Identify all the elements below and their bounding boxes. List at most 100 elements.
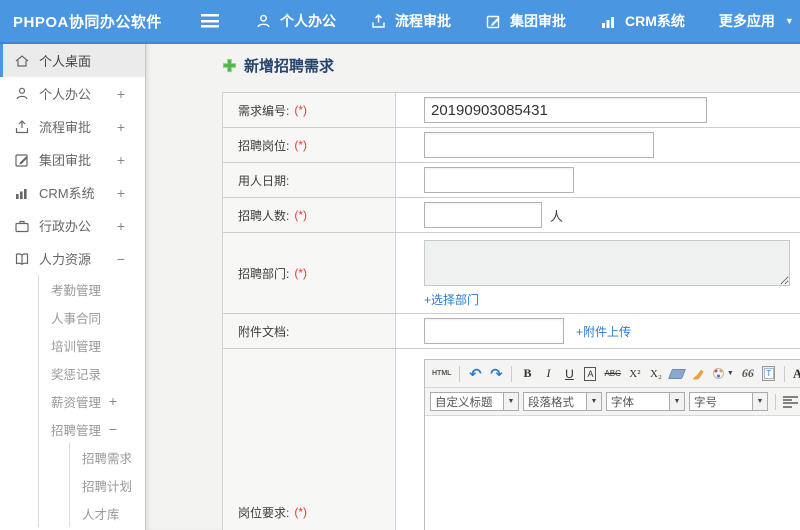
editor-toolbar-row2: 自定义标题 ▼ 段落格式 ▼ 字体 ▼ 字号 ▼	[425, 388, 800, 416]
sidebar-item-human-resources[interactable]: 人力资源 −	[0, 242, 145, 275]
required-mark: (*)	[294, 103, 308, 117]
expand-icon[interactable]: +	[117, 185, 125, 201]
edit-icon	[14, 152, 30, 168]
sidebar-item-recruitment-demand[interactable]: 招聘需求	[70, 443, 145, 471]
sidebar-item-label: 培训管理	[51, 339, 102, 354]
font-color-button[interactable]: A ▼	[791, 364, 800, 384]
bold-button[interactable]: B	[518, 364, 536, 384]
italic-button[interactable]: I	[539, 364, 557, 384]
headcount-input[interactable]	[424, 202, 542, 228]
sidebar-item-label: 流程审批	[39, 120, 92, 135]
label-text: 用人日期:	[238, 173, 290, 188]
headcount-unit: 人	[550, 208, 564, 224]
nav-more-apps[interactable]: 更多应用 ▼	[719, 11, 794, 31]
caret-down-icon: ▼	[753, 392, 768, 411]
page-title: 新增招聘需求	[222, 55, 334, 76]
sidebar: 个人桌面 个人办公 + 流程审批 + 集团审批 + CRM系统 + 行政办公 +…	[0, 44, 146, 530]
field-value: 人	[396, 198, 800, 232]
sidebar-item-recruitment-mgmt[interactable]: 招聘管理 −	[39, 415, 145, 443]
expand-icon[interactable]: +	[117, 119, 125, 135]
sidebar-item-crm-system[interactable]: CRM系统 +	[0, 176, 145, 209]
page-title-text: 新增招聘需求	[244, 58, 335, 75]
expand-icon[interactable]: +	[117, 152, 125, 168]
form-row-job-requirements: 岗位要求: (*) HTML ↶ ↷ B I U A ABC X² X₂ ▼ 6…	[223, 349, 800, 530]
position-input[interactable]	[424, 132, 654, 158]
form-row-department: 招聘部门: (*) +选择部门	[223, 233, 800, 314]
req-no-input[interactable]	[424, 97, 707, 123]
blockquote-button[interactable]: 66	[739, 364, 757, 384]
form-row-hire-date: 用人日期:	[223, 163, 800, 198]
font-size-select[interactable]: 字号 ▼	[689, 392, 768, 411]
sidebar-item-label: 招聘管理	[51, 423, 102, 438]
sidebar-item-talent-pool[interactable]: 人才库	[70, 499, 145, 527]
sidebar-item-label: 招聘计划	[82, 479, 133, 494]
paragraph-format-select[interactable]: 段落格式 ▼	[523, 392, 602, 411]
form-row-req-no: 需求编号: (*)	[223, 93, 800, 128]
nav-personal-office[interactable]: 个人办公	[255, 11, 336, 31]
paste-table-icon[interactable]: T	[760, 364, 778, 384]
collapse-icon[interactable]: −	[109, 421, 117, 437]
nav-label: 流程审批	[395, 13, 451, 29]
sidebar-item-label: 人才库	[82, 507, 120, 522]
boxed-text-button[interactable]: A	[584, 366, 597, 381]
nav-group-approval[interactable]: 集团审批	[485, 11, 566, 31]
sidebar-item-attendance-mgmt[interactable]: 考勤管理	[39, 275, 145, 303]
toolbar-separator	[775, 393, 776, 410]
sidebar-item-personal-desktop[interactable]: 个人桌面	[0, 44, 145, 77]
attachment-input[interactable]	[424, 318, 564, 344]
paint-format-icon[interactable]: ▼	[710, 364, 736, 384]
recruitment-demand-form: 需求编号: (*) 招聘岗位: (*) 用人	[222, 92, 800, 530]
form-row-position: 招聘岗位: (*)	[223, 128, 800, 163]
nav-workflow-approval[interactable]: 流程审批	[370, 11, 451, 31]
sidebar-item-admin-office[interactable]: 行政办公 +	[0, 209, 145, 242]
custom-heading-select[interactable]: 自定义标题 ▼	[430, 392, 519, 411]
underline-button[interactable]: U	[560, 364, 578, 384]
department-textarea[interactable]	[424, 240, 790, 286]
sidebar-item-group-approval[interactable]: 集团审批 +	[0, 143, 145, 176]
field-value: HTML ↶ ↷ B I U A ABC X² X₂ ▼ 66 T A 自定义标…	[396, 349, 800, 530]
font-family-select[interactable]: 字体 ▼	[606, 392, 685, 411]
sidebar-item-salary-mgmt[interactable]: 薪资管理 +	[39, 387, 145, 415]
sidebar-item-hr-contract[interactable]: 人事合同	[39, 303, 145, 331]
sidebar-item-label: 个人办公	[39, 87, 92, 102]
label-text: 招聘部门:	[238, 266, 290, 281]
attachment-upload-link[interactable]: +附件上传	[576, 323, 631, 340]
select-department-link[interactable]: +选择部门	[424, 291, 479, 308]
expand-icon[interactable]: +	[109, 393, 117, 409]
sidebar-item-workflow-approval[interactable]: 流程审批 +	[0, 110, 145, 143]
expand-icon[interactable]: +	[117, 218, 125, 234]
editor-toolbar-row1: HTML ↶ ↷ B I U A ABC X² X₂ ▼ 66 T A	[425, 360, 800, 388]
chart-icon	[14, 185, 30, 201]
label-text: 招聘岗位:	[238, 138, 290, 153]
subscript-button[interactable]: X₂	[647, 364, 665, 384]
field-label: 招聘岗位: (*)	[223, 128, 396, 162]
top-nav: 个人办公 流程审批 集团审批 CRM系统 更多应用 ▼	[255, 11, 794, 31]
nav-label: CRM系统	[625, 13, 685, 29]
eraser-icon[interactable]	[667, 364, 686, 384]
strikethrough-button[interactable]: ABC	[602, 364, 622, 384]
sidebar-item-personal-office[interactable]: 个人办公 +	[0, 77, 145, 110]
align-left-icon[interactable]	[783, 395, 798, 408]
superscript-button[interactable]: X²	[626, 364, 644, 384]
html-source-button[interactable]: HTML	[430, 364, 453, 384]
editor-content-area[interactable]	[425, 416, 800, 530]
sidebar-item-recruitment-plan[interactable]: 招聘计划	[70, 471, 145, 499]
sidebar-item-training-mgmt[interactable]: 培训管理	[39, 331, 145, 359]
rich-text-editor: HTML ↶ ↷ B I U A ABC X² X₂ ▼ 66 T A 自定义标…	[424, 359, 800, 530]
brush-icon[interactable]	[689, 364, 707, 384]
collapse-icon[interactable]: −	[117, 251, 125, 267]
nav-crm-system[interactable]: CRM系统	[600, 11, 685, 31]
chart-icon	[600, 13, 617, 30]
nav-label: 集团审批	[510, 13, 566, 29]
expand-icon[interactable]: +	[117, 86, 125, 102]
undo-icon[interactable]: ↶	[466, 364, 484, 384]
hire-date-input[interactable]	[424, 167, 574, 193]
sidebar-item-reward-punishment[interactable]: 奖惩记录	[39, 359, 145, 387]
hamburger-menu-icon[interactable]	[201, 14, 221, 28]
main-content: 新增招聘需求 需求编号: (*) 招聘岗位: (*)	[146, 44, 800, 530]
redo-icon[interactable]: ↷	[487, 364, 505, 384]
field-label: 用人日期:	[223, 163, 396, 197]
required-mark: (*)	[294, 505, 308, 519]
briefcase-icon	[14, 218, 30, 234]
field-value	[396, 93, 800, 127]
